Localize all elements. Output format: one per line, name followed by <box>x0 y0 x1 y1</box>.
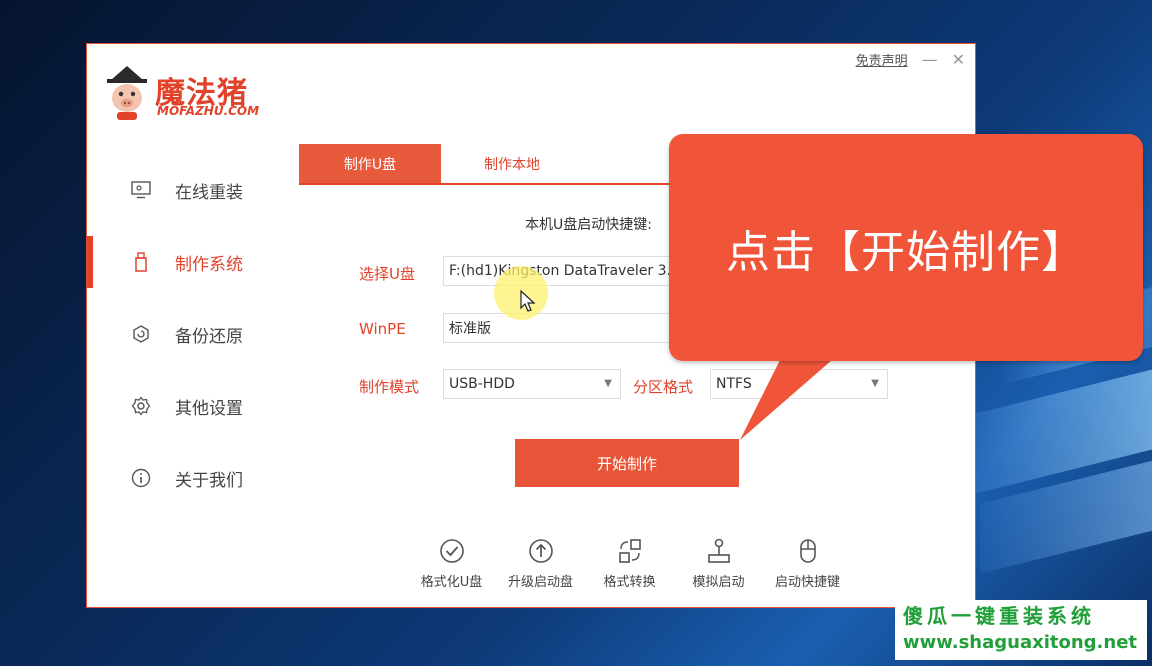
chevron-down-icon: ▼ <box>604 378 612 389</box>
tab-make-local[interactable]: 制作本地 <box>441 144 583 183</box>
start-make-button[interactable]: 开始制作 <box>515 439 739 487</box>
close-button[interactable]: ✕ <box>952 51 965 68</box>
watermark-url: www.shaguaxitong.net <box>903 632 1138 653</box>
shortcut-hint: 本机U盘启动快捷键: <box>525 217 652 233</box>
gear-icon <box>131 396 151 416</box>
convert-icon <box>618 539 641 563</box>
usb-select-value: F:(hd1)Kingston DataTraveler 3.0 <box>449 263 680 279</box>
tool-boot-shortcut[interactable]: 启动快捷键 <box>763 537 852 590</box>
tab-make-usb[interactable]: 制作U盘 <box>299 144 441 183</box>
minimize-button[interactable]: — <box>922 51 938 68</box>
tool-label: 模拟启动 <box>692 575 745 590</box>
chevron-down-icon: ▼ <box>871 378 879 389</box>
upgrade-icon <box>528 539 553 563</box>
callout-text: 点击【开始制作】 <box>726 226 1086 278</box>
site-watermark: 傻瓜一键重装系统 www.shaguaxitong.net <box>895 600 1147 660</box>
winpe-label: WinPE <box>359 320 406 338</box>
sidebar-item-label: 制作系统 <box>175 254 243 275</box>
logo-domain: MOFAZHU.COM <box>157 104 260 118</box>
mouse-icon <box>799 539 816 563</box>
mouse-cursor-icon <box>520 290 536 312</box>
sidebar-item-backup-restore[interactable]: 备份还原 <box>87 298 277 370</box>
sidebar-item-label: 关于我们 <box>175 470 243 491</box>
app-logo: 魔法猪 MOFAZHU.COM <box>103 64 283 124</box>
sidebar-item-make-system[interactable]: 制作系统 <box>87 226 277 298</box>
tool-label: 格式转换 <box>603 575 656 590</box>
sidebar-item-label: 在线重装 <box>175 182 243 203</box>
tool-label: 格式化U盘 <box>420 575 483 590</box>
sidebar: 在线重装 制作系统 备份还原 其他设置 关于我们 <box>87 154 277 514</box>
sidebar-item-about-us[interactable]: 关于我们 <box>87 442 277 514</box>
tool-upgrade-boot-disk[interactable]: 升级启动盘 <box>496 537 585 590</box>
tool-label: 启动快捷键 <box>774 575 840 590</box>
title-bar-controls: 免责声明 — ✕ <box>856 50 965 69</box>
usb-icon <box>131 252 151 272</box>
make-mode-select[interactable]: USB-HDD ▼ <box>443 369 621 399</box>
make-mode-label: 制作模式 <box>359 378 420 396</box>
usb-select-label: 选择U盘 <box>359 265 415 283</box>
sidebar-item-other-settings[interactable]: 其他设置 <box>87 370 277 442</box>
check-circle-icon <box>439 539 464 563</box>
disclaimer-link[interactable]: 免责声明 <box>856 50 908 69</box>
info-icon <box>131 468 151 488</box>
backup-icon <box>131 324 151 344</box>
tool-simulate-boot[interactable]: 模拟启动 <box>674 537 763 590</box>
sidebar-item-online-reinstall[interactable]: 在线重装 <box>87 154 277 226</box>
joystick-icon <box>707 538 730 563</box>
watermark-title: 傻瓜一键重装系统 <box>903 604 1095 628</box>
instruction-callout: 点击【开始制作】 <box>669 134 1143 361</box>
make-mode-value: USB-HDD <box>449 376 515 392</box>
monitor-icon <box>131 180 151 200</box>
tool-format-convert[interactable]: 格式转换 <box>585 537 674 590</box>
pig-mascot-icon <box>107 66 147 120</box>
sidebar-item-label: 其他设置 <box>175 398 243 419</box>
tool-bar: 格式化U盘 升级启动盘 格式转换 模拟启动 启动快捷键 <box>407 537 852 590</box>
partition-format-label: 分区格式 <box>633 378 694 396</box>
tool-format-usb[interactable]: 格式化U盘 <box>407 537 496 590</box>
sidebar-item-label: 备份还原 <box>175 326 243 347</box>
winpe-select-value: 标准版 <box>449 321 491 337</box>
tool-label: 升级启动盘 <box>507 575 573 590</box>
